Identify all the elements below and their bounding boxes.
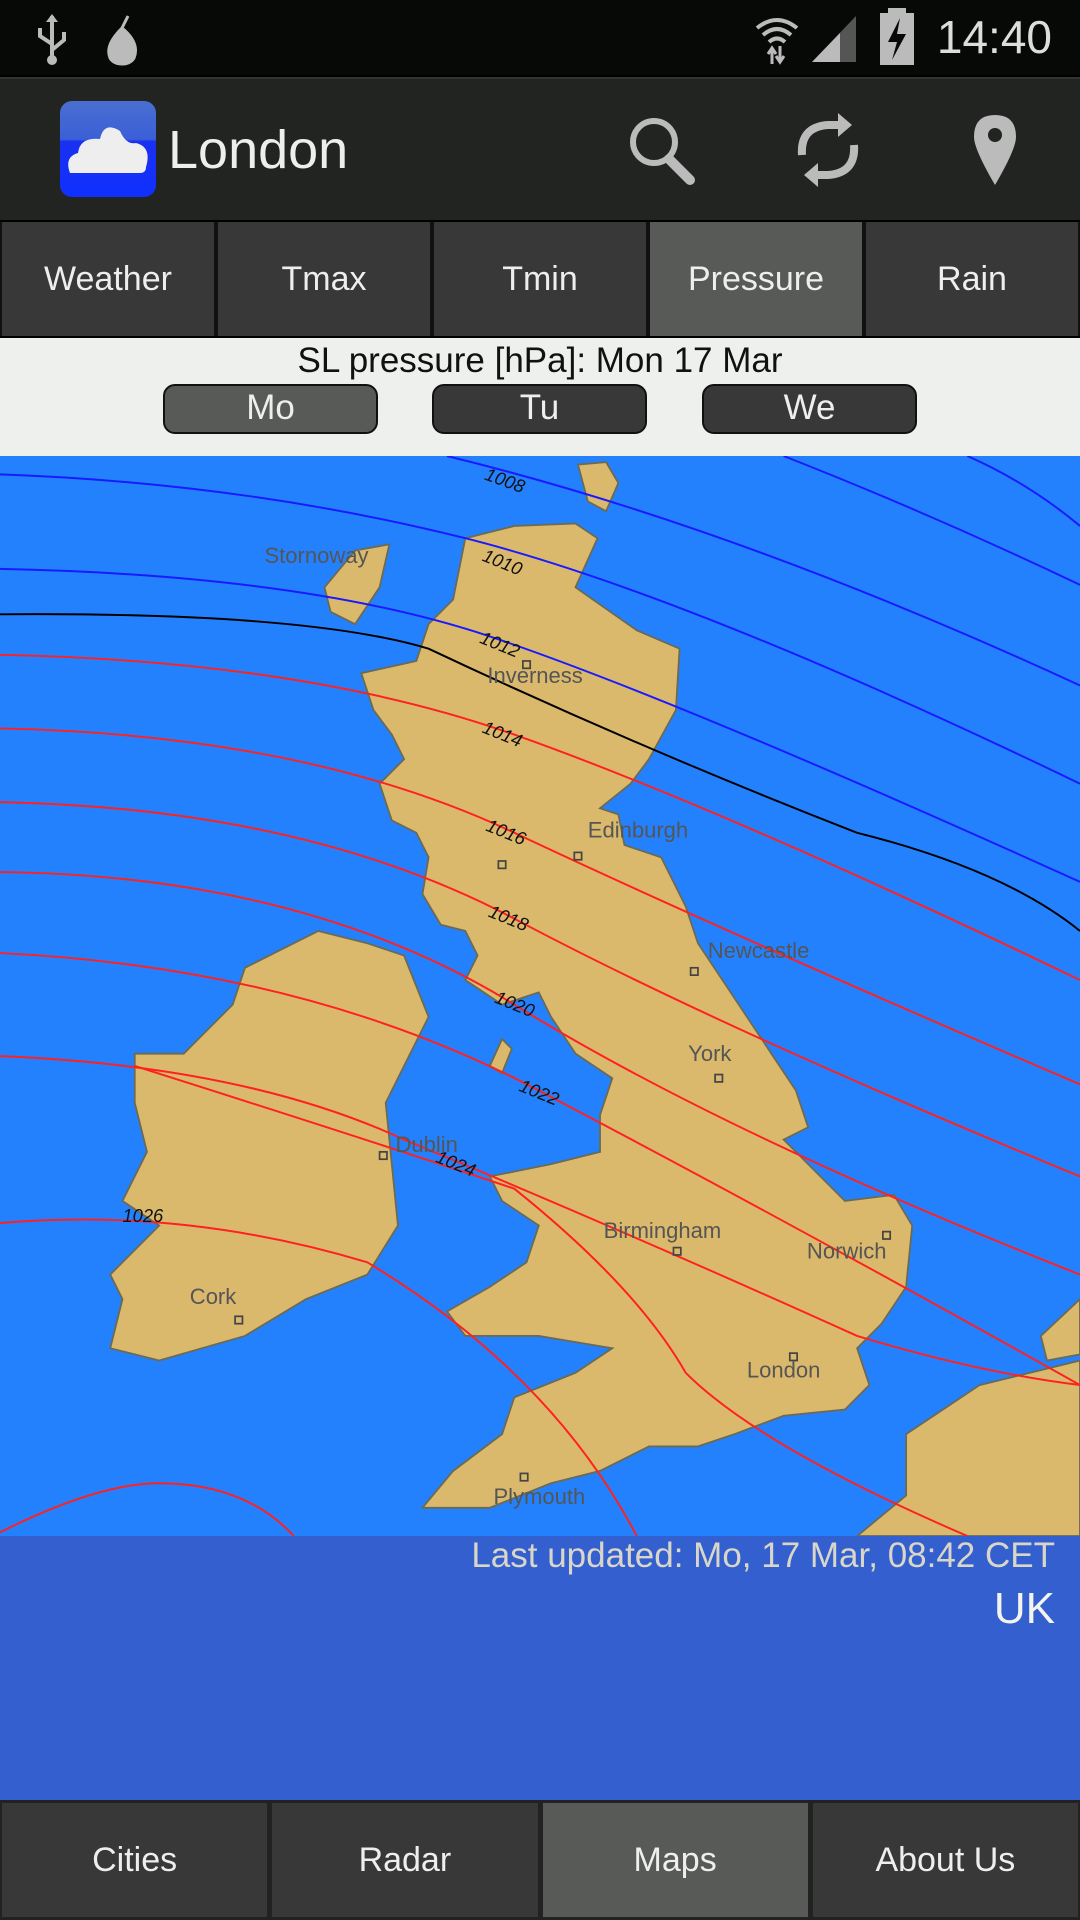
- refresh-icon[interactable]: [792, 111, 864, 189]
- location-pin-icon[interactable]: [972, 113, 1018, 185]
- city-label: York: [688, 1041, 732, 1066]
- isobar-line: [783, 455, 1080, 586]
- bottom-nav: Cities Radar Maps About Us: [0, 1800, 1080, 1920]
- signal-icon: [812, 16, 856, 62]
- app-title: London: [168, 120, 349, 180]
- clock: 14:40: [936, 11, 1052, 63]
- region-label: UK: [993, 1584, 1055, 1633]
- orkney-land: [576, 461, 620, 513]
- app-bar: London: [0, 77, 1080, 220]
- city-label: Plymouth: [493, 1484, 585, 1509]
- map-header: SL pressure [hPa]: Mon 17 Mar Mo Tu We: [0, 338, 1080, 456]
- city-label: Cork: [190, 1284, 237, 1309]
- city-label: Norwich: [807, 1239, 887, 1264]
- status-bar: 14:40: [0, 0, 1080, 75]
- isobar-label: 1008: [482, 463, 528, 497]
- city-label: Newcastle: [708, 938, 810, 963]
- day-button-we[interactable]: We: [702, 384, 917, 434]
- battery-charging-icon: [880, 8, 914, 65]
- nav-maps[interactable]: Maps: [542, 1803, 808, 1917]
- day-button-tu[interactable]: Tu: [432, 384, 647, 434]
- search-icon[interactable]: [626, 114, 698, 186]
- onion-icon: [107, 15, 137, 66]
- nav-cities[interactable]: Cities: [2, 1803, 268, 1917]
- great-britain-land: [360, 522, 914, 1509]
- pressure-map[interactable]: 1008 1010 1012 1014 1016 1018 1020 1022 …: [0, 455, 1080, 1537]
- info-panel: Last updated: Mo, 17 Mar, 08:42 CET UK: [0, 1536, 1080, 1800]
- wifi-icon: [755, 18, 799, 65]
- app-cloud-icon[interactable]: [60, 101, 156, 197]
- usb-icon: [38, 14, 66, 65]
- city-label: Edinburgh: [588, 818, 688, 843]
- nav-radar[interactable]: Radar: [272, 1803, 538, 1917]
- tab-weather[interactable]: Weather: [2, 222, 214, 336]
- city-label: Birmingham: [604, 1218, 721, 1243]
- last-updated-text: Last updated: Mo, 17 Mar, 08:42 CET: [471, 1536, 1055, 1575]
- isobar-label: 1026: [122, 1205, 164, 1226]
- isobar-line: [966, 455, 1080, 527]
- tab-rain[interactable]: Rain: [866, 222, 1078, 336]
- day-button-mo[interactable]: Mo: [163, 384, 378, 434]
- isobar-line: [0, 1482, 295, 1537]
- city-label: Inverness: [487, 663, 582, 688]
- tab-pressure[interactable]: Pressure: [650, 222, 862, 336]
- nav-about-us[interactable]: About Us: [812, 1803, 1078, 1917]
- city-label: Stornoway: [264, 543, 368, 568]
- isobar-label: 1022: [516, 1075, 562, 1110]
- city-label: Dublin: [396, 1132, 458, 1157]
- map-caption: SL pressure [hPa]: Mon 17 Mar: [297, 341, 783, 380]
- city-label: London: [747, 1358, 820, 1383]
- tab-tmin[interactable]: Tmin: [434, 222, 646, 336]
- tab-tmax[interactable]: Tmax: [218, 222, 430, 336]
- map-type-tabs: Weather Tmax Tmin Pressure Rain: [0, 222, 1080, 336]
